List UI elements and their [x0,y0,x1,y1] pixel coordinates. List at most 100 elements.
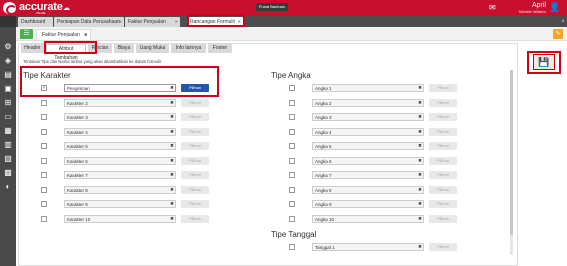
tanggal-row-checkbox[interactable] [289,244,295,250]
clear-icon[interactable]: ✖ [169,186,175,194]
clear-icon[interactable]: ✖ [169,171,175,179]
close-icon[interactable]: ✕ [175,17,178,27]
close-icon[interactable]: ✕ [119,17,122,27]
angka-row-checkbox[interactable] [289,201,295,207]
angka-pick-button[interactable]: Pilihan [429,185,457,194]
subtab-footer[interactable]: Footer [208,44,232,53]
scrollbar-thumb[interactable] [510,70,513,235]
tab-faktur-penjualan[interactable]: Faktur Penjualan ✕ [125,17,180,27]
angka-row-checkbox[interactable] [289,114,295,120]
subtab-biaya[interactable]: Biaya [114,44,134,53]
angka-name-input[interactable]: Angka 1 [312,84,424,92]
clear-icon[interactable]: ✖ [417,128,423,136]
chart-pie-icon[interactable]: ◐ [3,182,13,192]
karakter-pick-button[interactable]: Pilihan [181,214,209,223]
angka-name-input[interactable]: Angka 8 [312,185,424,194]
clear-icon[interactable]: ✖ [417,243,423,251]
angka-row-checkbox[interactable] [289,128,295,135]
angka-pick-button[interactable]: Pilihan [429,171,457,179]
clear-icon[interactable]: ✖ [169,99,175,107]
tab-dashboard[interactable]: Dashboard [18,17,53,27]
clear-icon[interactable]: ✖ [417,99,423,107]
settings-gear-icon[interactable]: ⚙ [3,42,13,52]
karakter-row-checkbox[interactable] [41,157,47,164]
folder-icon[interactable]: ▣ [3,84,13,94]
clear-icon[interactable]: ✖ [417,142,423,150]
angka-pick-button[interactable]: Pilihan [429,127,457,136]
angka-pick-button[interactable]: Pilihan [429,200,457,208]
subtab-info-lainnya[interactable]: Info lainnya [171,44,206,53]
close-icon[interactable]: ✖ [84,30,87,40]
karakter-pick-button[interactable]: Pilihan [181,113,209,121]
help-center-button[interactable]: Pusat Bantuan [256,3,288,11]
karakter-name-input[interactable]: Karakter 9 [64,200,176,208]
clear-icon[interactable]: ✖ [417,113,423,121]
karakter-pick-button[interactable]: Pilihan [181,98,209,107]
accurate-logo[interactable]: accurate ONLINE [3,1,63,15]
angka-pick-button[interactable]: Pilihan [429,156,457,165]
calculator-icon[interactable]: ▥ [3,140,13,150]
angka-pick-button[interactable]: Pilihan [429,84,457,92]
tab-list-chevron-icon[interactable]: 4 [562,18,564,23]
angka-name-input[interactable]: Angka 6 [312,156,424,165]
angka-row-checkbox[interactable] [289,99,295,106]
bell-icon[interactable]: ✉ [489,3,496,12]
angka-name-input[interactable]: Angka 10 [312,214,424,223]
cube-icon[interactable]: ◈ [3,56,13,66]
angka-name-input[interactable]: Angka 4 [312,127,424,136]
angka-row-checkbox[interactable] [289,172,295,178]
angka-row-checkbox[interactable] [289,157,295,164]
clear-icon[interactable]: ✖ [417,157,423,165]
card-icon[interactable]: ▭ [3,112,13,122]
angka-name-input[interactable]: Angka 3 [312,113,424,121]
karakter-pick-button[interactable]: Pilihan [181,142,209,150]
angka-name-input[interactable]: Angka 7 [312,171,424,179]
clear-icon[interactable]: ✖ [417,84,423,92]
karakter-name-input[interactable]: Karakter 6 [64,156,176,165]
karakter-pick-button[interactable]: Pilihan [181,200,209,208]
tanggal-pick-button[interactable]: Pilihan [429,243,457,251]
cart-icon[interactable]: ⊞ [3,98,13,108]
clear-icon[interactable]: ✖ [169,200,175,208]
tab-persiapan-data[interactable]: Persiapan Data Perusahaan ✕ [54,17,124,27]
angka-row-checkbox[interactable] [289,143,295,149]
karakter-row-checkbox[interactable] [41,186,47,193]
angka-row-checkbox[interactable] [289,186,295,193]
angka-pick-button[interactable]: Pilihan [429,214,457,223]
karakter-row-checkbox[interactable] [41,172,47,178]
karakter-name-input[interactable]: Karakter 4 [64,127,176,136]
angka-pick-button[interactable]: Pilihan [429,142,457,150]
truck-icon[interactable]: ▩ [3,168,13,178]
subtab-uang-muka[interactable]: Uang Muka [136,44,169,53]
angka-row-checkbox[interactable] [289,215,295,222]
karakter-pick-button[interactable]: Pilihan [181,156,209,165]
karakter-row-checkbox[interactable] [41,215,47,222]
clear-icon[interactable]: ✖ [417,171,423,179]
doc-tab-faktur-penjualan[interactable]: Faktur Penjualan ✖ [36,29,91,40]
clear-icon[interactable]: ✖ [169,113,175,121]
clear-icon[interactable]: ✖ [169,128,175,136]
angka-row-checkbox[interactable] [289,85,295,91]
clear-icon[interactable]: ✖ [169,142,175,150]
angka-name-input[interactable]: Angka 2 [312,98,424,107]
clear-icon[interactable]: ✖ [169,215,175,223]
karakter-name-input[interactable]: Karakter 7 [64,171,176,179]
karakter-pick-button[interactable]: Pilihan [181,185,209,194]
clear-icon[interactable]: ✖ [417,200,423,208]
scrollbar[interactable] [510,70,513,255]
ledger-icon[interactable]: ▧ [3,154,13,164]
tanggal-name-input[interactable]: Tanggal 1 [312,243,424,251]
angka-pick-button[interactable]: Pilihan [429,98,457,107]
flag-icon[interactable]: ✎ [553,29,563,39]
karakter-name-input[interactable]: Karakter 3 [64,113,176,121]
bank-icon[interactable]: ▤ [3,70,13,80]
karakter-row-checkbox[interactable] [41,201,47,207]
angka-name-input[interactable]: Angka 5 [312,142,424,150]
angka-name-input[interactable]: Angka 9 [312,200,424,208]
karakter-row-checkbox[interactable] [41,99,47,106]
subtab-header[interactable]: Header [21,44,44,53]
karakter-name-input[interactable]: Karakter 2 [64,98,176,107]
user-icon[interactable]: 👤 [549,2,560,13]
clear-icon[interactable]: ✖ [417,215,423,223]
karakter-row-checkbox[interactable] [41,128,47,135]
